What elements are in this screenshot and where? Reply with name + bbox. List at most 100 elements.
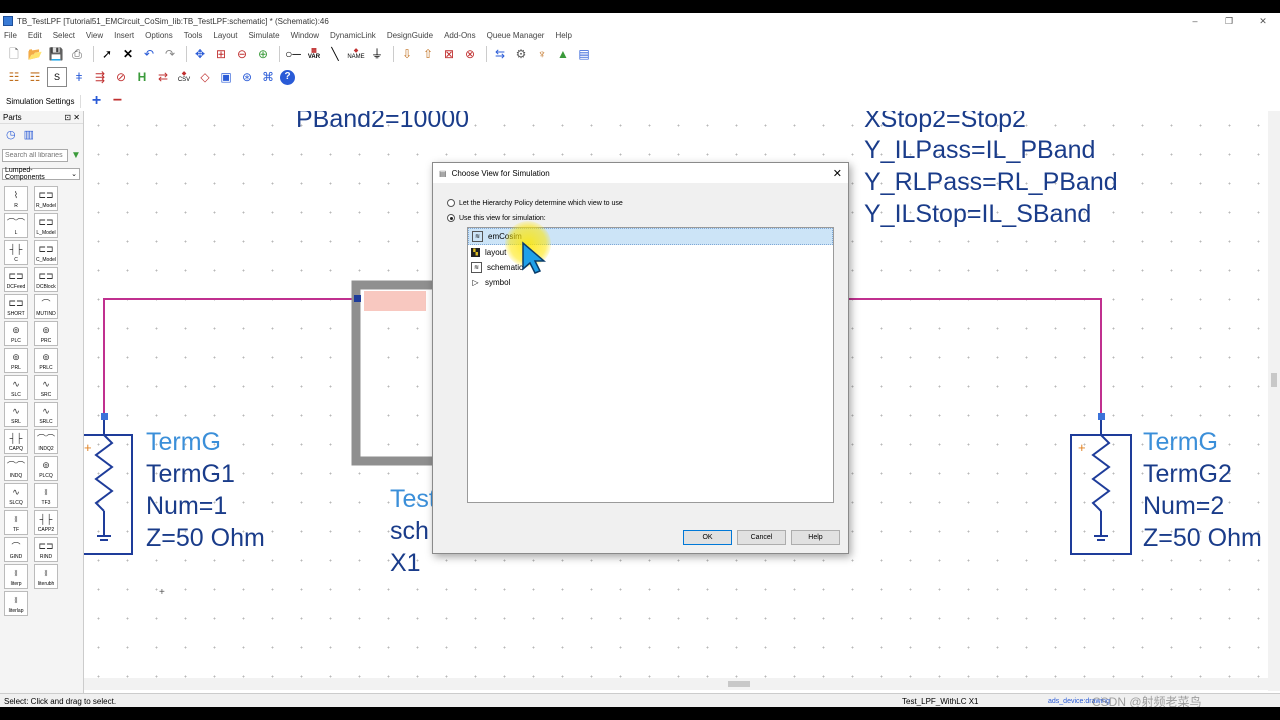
part-slcq[interactable]: ∿ SLCQ [4, 483, 28, 508]
part-capq[interactable]: ┤├ CAPQ [4, 429, 28, 454]
var-xstop2-text[interactable]: XStop2=Stop2 [864, 111, 1026, 135]
lineup-icon[interactable]: ⇄ [154, 68, 172, 86]
wire-left[interactable] [103, 298, 359, 416]
open-folder-icon[interactable]: 📂 [26, 45, 44, 63]
dialog-close-icon[interactable]: ✕ [833, 167, 842, 180]
ok-button[interactable]: OK [683, 530, 732, 545]
restore-button[interactable]: ❐ [1212, 16, 1246, 27]
history-icon[interactable]: ◷ [6, 128, 16, 141]
zin-icon[interactable]: ☷ [5, 68, 23, 86]
part-capp2[interactable]: ┤├ CAPP2 [34, 510, 58, 535]
menu-insert[interactable]: Insert [114, 31, 134, 40]
simulation-settings-button[interactable]: Simulation Settings [0, 94, 82, 108]
part-rind[interactable]: ⊏⊐ RIND [34, 537, 58, 562]
menu-edit[interactable]: Edit [28, 31, 42, 40]
subcircuit-instance-label[interactable]: X1 [390, 547, 421, 579]
undo-icon[interactable]: ↶ [140, 45, 158, 63]
menu-dynamiclink[interactable]: DynamicLink [330, 31, 376, 40]
radio-hierarchy-policy[interactable]: Let the Hierarchy Policy determine which… [447, 199, 623, 207]
wire-icon[interactable]: ╲ [326, 45, 344, 63]
part-iiterubh[interactable]: ⧛ Iiterubh [34, 564, 58, 589]
part-prlc[interactable]: ⊚ PRLC [34, 348, 58, 373]
new-icon[interactable]: 🗋 [5, 45, 23, 63]
term1-z-label[interactable]: Z=50 Ohm [146, 522, 265, 554]
term2-type-label[interactable]: TermG [1143, 426, 1218, 458]
yield-icon[interactable]: ♆ [533, 45, 551, 63]
part-c-model[interactable]: ⊏⊐ C_Model [34, 240, 58, 265]
move-icon[interactable]: ✥ [191, 45, 209, 63]
select-arrow-icon[interactable]: ➚ [98, 45, 116, 63]
zoom-area-icon[interactable]: ⊞ [212, 45, 230, 63]
short-icon[interactable]: ⊗ [461, 45, 479, 63]
help-icon[interactable]: ? [280, 69, 295, 85]
vertical-scroll-thumb[interactable] [1271, 373, 1277, 387]
term2-instance-label[interactable]: TermG2 [1143, 458, 1232, 490]
h-icon[interactable]: H [133, 68, 151, 86]
term1-num-label[interactable]: Num=1 [146, 490, 227, 522]
menu-queue-manager[interactable]: Queue Manager [487, 31, 545, 40]
parts-search-input[interactable] [2, 149, 68, 162]
part-short[interactable]: ⊏⊐ SHORT [4, 294, 28, 319]
part-indq[interactable]: ⌒⌒ INDQ [4, 456, 28, 481]
tuning-icon[interactable]: ⇆ [491, 45, 509, 63]
part-l-model[interactable]: ⊏⊐ L_Model [34, 213, 58, 238]
zoom-out-icon[interactable]: ⊖ [233, 45, 251, 63]
part-tf3[interactable]: ⧛ TF3 [34, 483, 58, 508]
menu-window[interactable]: Window [291, 31, 319, 40]
zoom-fit-icon[interactable]: ⊕ [254, 45, 272, 63]
var-ilpass-text[interactable]: Y_ILPass=IL_PBand [864, 134, 1095, 166]
menu-help[interactable]: Help [555, 31, 571, 40]
menu-layout[interactable]: Layout [213, 31, 237, 40]
var-icon[interactable]: ▦ VAR [305, 45, 323, 63]
menu-addons[interactable]: Add-Ons [444, 31, 476, 40]
term2-num-label[interactable]: Num=2 [1143, 490, 1224, 522]
part-dcblock[interactable]: ⊏⊐ DCBlock [34, 267, 58, 292]
filter-design-icon[interactable]: ◇ [196, 68, 214, 86]
part-l[interactable]: ⌒⌒ L [4, 213, 28, 238]
smith-icon[interactable]: ☶ [26, 68, 44, 86]
csv-icon[interactable]: ◆ CSV [175, 68, 193, 86]
part-srlc[interactable]: ∿ SRLC [34, 402, 58, 427]
deactivate-icon[interactable]: ⊠ [440, 45, 458, 63]
var-ilstop-text[interactable]: Y_ILStop=IL_SBand [864, 198, 1091, 230]
vertical-scrollbar[interactable] [1268, 111, 1280, 691]
part-c[interactable]: ┤├ C [4, 240, 28, 265]
horizontal-scroll-thumb[interactable] [728, 681, 750, 687]
library-icon[interactable]: ▥ [24, 128, 34, 141]
help-button[interactable]: Help [791, 530, 840, 545]
term2-z-label[interactable]: Z=50 Ohm [1143, 522, 1262, 554]
s-param-icon[interactable]: S [47, 67, 67, 87]
part-r[interactable]: ⌇ R [4, 186, 28, 211]
menu-designguide[interactable]: DesignGuide [387, 31, 433, 40]
radio-use-this-view-dot[interactable] [447, 214, 455, 222]
menu-simulate[interactable]: Simulate [248, 31, 279, 40]
part-dcfeed[interactable]: ⊏⊐ DCFeed [4, 267, 28, 292]
minimize-button[interactable]: ‒ [1178, 16, 1212, 26]
part-plcq[interactable]: ⊚ PLCQ [34, 456, 58, 481]
remove-icon[interactable]: − [108, 92, 126, 110]
part-iiterlap[interactable]: ⧛ Iiterlap [4, 591, 28, 616]
part-slc[interactable]: ∿ SLC [4, 375, 28, 400]
part-mutind[interactable]: ⌒ MUTIND [34, 294, 58, 319]
part-r-model[interactable]: ⊏⊐ R_Model [34, 186, 58, 211]
print-icon[interactable]: ⎙ [68, 45, 86, 63]
pop-out-icon[interactable]: ⇧ [419, 45, 437, 63]
subcircuit-type-label[interactable]: Test [390, 483, 436, 515]
part-prl[interactable]: ⊚ PRL [4, 348, 28, 373]
delete-icon[interactable]: ✕ [119, 45, 137, 63]
part-gind[interactable]: ⌒ GIND [4, 537, 28, 562]
auto-icon[interactable]: ⊛ [238, 68, 256, 86]
simulate-icon[interactable]: ▲ [554, 45, 572, 63]
horizontal-scrollbar[interactable] [84, 678, 1268, 690]
menu-view[interactable]: View [86, 31, 103, 40]
subcircuit-view-label[interactable]: sch [390, 515, 429, 547]
component-icon[interactable]: ▣ [217, 68, 235, 86]
menu-options[interactable]: Options [145, 31, 173, 40]
var-pband2-text[interactable]: PBand2=10000 [296, 111, 469, 135]
harmonic-icon[interactable]: ⇶ [91, 68, 109, 86]
term1-instance-label[interactable]: TermG1 [146, 458, 235, 490]
close-button[interactable]: ✕ [1246, 16, 1280, 27]
redo-icon[interactable]: ↷ [161, 45, 179, 63]
push-into-icon[interactable]: ⇩ [398, 45, 416, 63]
lpf-icon[interactable]: ⊘ [112, 68, 130, 86]
